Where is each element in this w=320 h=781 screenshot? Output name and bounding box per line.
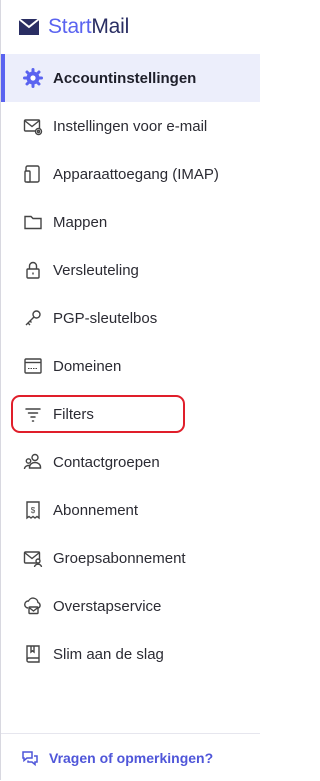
menu-item-contact-groups[interactable]: Contactgroepen xyxy=(1,438,260,486)
menu-item-email-settings[interactable]: Instellingen voor e-mail xyxy=(1,102,260,150)
menu-item-label: Mappen xyxy=(53,213,108,231)
menu-item-label: Accountinstellingen xyxy=(53,69,197,87)
menu-item-domains[interactable]: Domeinen xyxy=(1,342,260,390)
menu-item-label: Versleuteling xyxy=(53,261,139,279)
feedback-link-label: Vragen of opmerkingen? xyxy=(49,749,214,766)
menu-item-label: Slim aan de slag xyxy=(53,645,164,663)
settings-sidebar: StartMail Accountinstellingen Instelling… xyxy=(0,0,260,781)
menu-item-label: Contactgroepen xyxy=(53,453,160,471)
folder-icon xyxy=(23,212,43,232)
gear-icon xyxy=(23,68,43,88)
menu-item-folders[interactable]: Mappen xyxy=(1,198,260,246)
menu-item-encryption[interactable]: Versleuteling xyxy=(1,246,260,294)
menu-item-pgp-keyring[interactable]: PGP-sleutelbos xyxy=(1,294,260,342)
app-header: StartMail xyxy=(1,0,260,55)
contacts-icon xyxy=(23,452,43,472)
menu-item-imap[interactable]: Apparaattoegang (IMAP) xyxy=(1,150,260,198)
svg-text:$: $ xyxy=(31,506,36,515)
key-icon xyxy=(23,308,43,328)
group-subscription-icon xyxy=(23,548,43,568)
book-icon xyxy=(23,644,43,664)
lock-icon xyxy=(23,260,43,280)
brand-logo[interactable]: StartMail xyxy=(48,15,129,39)
subscription-icon: $ xyxy=(23,500,43,520)
menu-item-group-subscription[interactable]: Groepsabonnement xyxy=(1,534,260,582)
filters-highlight-outline xyxy=(11,395,185,433)
brand-mail: Mail xyxy=(91,15,130,38)
menu-item-migration-service[interactable]: Overstapservice xyxy=(1,582,260,630)
menu-item-label: Overstapservice xyxy=(53,597,162,615)
chat-icon xyxy=(21,749,39,767)
migration-icon xyxy=(23,596,43,616)
settings-menu: Accountinstellingen Instellingen voor e-… xyxy=(1,54,260,678)
menu-item-getting-started[interactable]: Slim aan de slag xyxy=(1,630,260,678)
menu-item-label: Groepsabonnement xyxy=(53,549,186,567)
menu-item-label: PGP-sleutelbos xyxy=(53,309,158,327)
domain-icon xyxy=(23,356,43,376)
brand-start: Start xyxy=(48,15,92,38)
menu-item-subscription[interactable]: $ Abonnement xyxy=(1,486,260,534)
menu-item-label: Apparaattoegang (IMAP) xyxy=(53,165,219,183)
menu-item-accountinstellingen[interactable]: Accountinstellingen xyxy=(1,54,260,102)
devices-icon xyxy=(23,164,43,184)
feedback-link[interactable]: Vragen of opmerkingen? xyxy=(1,733,260,781)
menu-item-label: Domeinen xyxy=(53,357,122,375)
mail-settings-icon xyxy=(23,116,43,136)
menu-item-label: Abonnement xyxy=(53,501,139,519)
envelope-logo-icon xyxy=(18,18,40,36)
menu-item-label: Instellingen voor e-mail xyxy=(53,117,208,135)
